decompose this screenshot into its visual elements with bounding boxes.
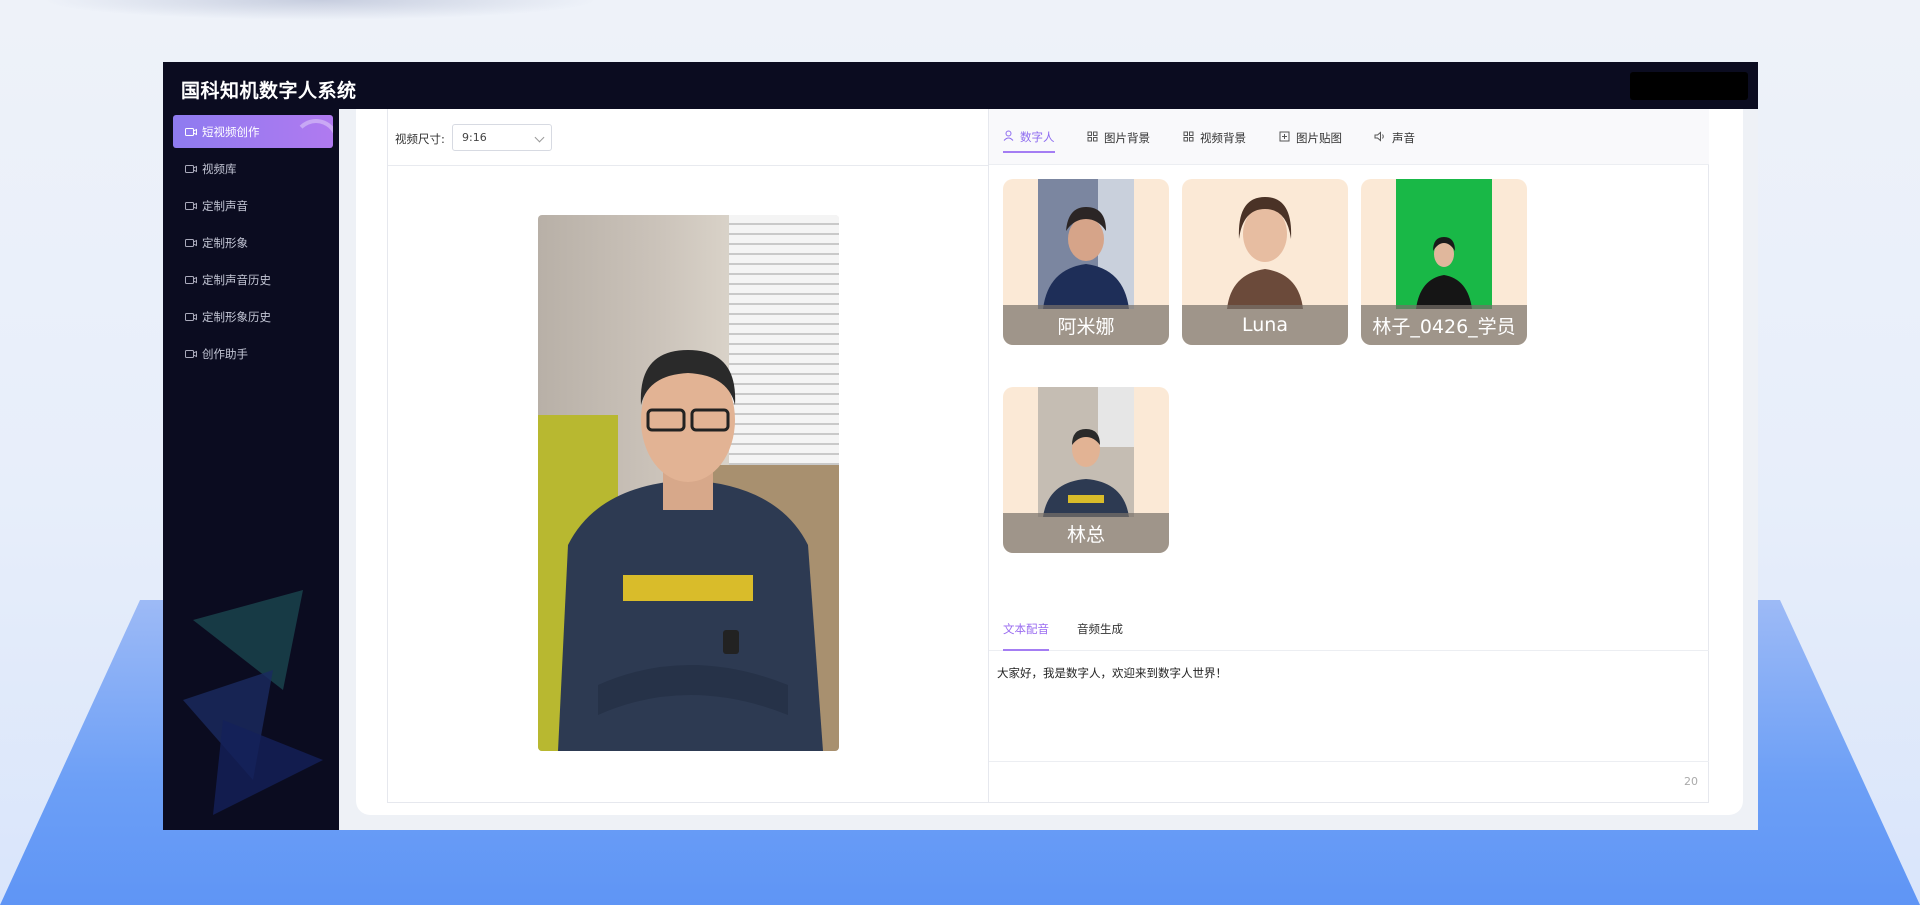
video-preview[interactable] bbox=[538, 215, 839, 751]
avatar-card-amina[interactable]: 阿米娜 bbox=[1003, 179, 1169, 345]
avatar-image bbox=[1038, 387, 1134, 517]
plus-square-icon bbox=[1279, 131, 1290, 145]
sidebar-decoration bbox=[183, 590, 323, 815]
sidebar-item-label: 短视频创作 bbox=[202, 124, 260, 139]
avatar-name: Luna bbox=[1182, 305, 1348, 345]
char-count: 20 bbox=[1684, 775, 1698, 788]
app-window: 国科知机数字人系统 短视频创作 视频库 定制声音 定制形象 定制声音历史 定制形… bbox=[163, 62, 1758, 830]
user-menu[interactable] bbox=[1630, 72, 1748, 100]
sidebar-item-custom-voice[interactable]: 定制声音 bbox=[173, 189, 333, 222]
background-smear bbox=[40, 0, 600, 20]
avatar-name: 林子_0426_学员 bbox=[1361, 305, 1527, 345]
script-textarea[interactable]: 大家好，我是数字人，欢迎来到数字人世界！ bbox=[997, 665, 1697, 765]
tab-label: 图片背景 bbox=[1104, 131, 1150, 145]
tab-label: 图片贴图 bbox=[1296, 131, 1342, 145]
tab-voice[interactable]: 声音 bbox=[1374, 123, 1415, 153]
sidebar-item-label: 创作助手 bbox=[202, 346, 248, 361]
top-bar: 国科知机数字人系统 bbox=[163, 62, 1758, 109]
video-size-select[interactable]: 9:16 bbox=[452, 124, 552, 151]
asset-tabs: 数字人 图片背景 视频背景 图片贴图 声音 bbox=[989, 109, 1709, 165]
avatar-name: 林总 bbox=[1003, 513, 1169, 553]
avatar-card-linzi[interactable]: 林子_0426_学员 bbox=[1361, 179, 1527, 345]
tab-audio-generation[interactable]: 音频生成 bbox=[1077, 621, 1123, 651]
divider bbox=[989, 761, 1709, 762]
sidebar-item-label: 视频库 bbox=[202, 161, 237, 176]
avatar-image bbox=[1038, 179, 1134, 309]
video-icon bbox=[185, 127, 197, 137]
sidebar-item-avatar-history[interactable]: 定制形象历史 bbox=[173, 300, 333, 333]
video-icon bbox=[185, 312, 197, 322]
sidebar-item-label: 定制声音历史 bbox=[202, 272, 271, 287]
chevron-down-icon bbox=[534, 132, 545, 143]
script-tabs: 文本配音 音频生成 bbox=[989, 613, 1709, 651]
app-title: 国科知机数字人系统 bbox=[181, 80, 357, 102]
sidebar-item-label: 定制形象历史 bbox=[202, 309, 271, 324]
video-icon bbox=[185, 201, 197, 211]
sidebar: 短视频创作 视频库 定制声音 定制形象 定制声音历史 定制形象历史 创作助手 bbox=[163, 109, 339, 830]
tab-digital-human[interactable]: 数字人 bbox=[1003, 123, 1055, 153]
avatar-name: 阿米娜 bbox=[1003, 305, 1169, 345]
avatar-card-luna[interactable]: Luna bbox=[1182, 179, 1348, 345]
sidebar-item-video-library[interactable]: 视频库 bbox=[173, 152, 333, 185]
video-icon bbox=[185, 238, 197, 248]
settings-panel: 数字人 图片背景 视频背景 图片贴图 声音 阿米娜 Luna 林子_0426_学… bbox=[989, 109, 1709, 803]
tab-label: 声音 bbox=[1392, 131, 1415, 145]
video-size-value: 9:16 bbox=[462, 131, 487, 144]
avatar-image bbox=[1396, 179, 1492, 309]
avatar-image bbox=[1217, 179, 1313, 309]
tab-text-dubbing[interactable]: 文本配音 bbox=[1003, 621, 1049, 651]
presenter-figure bbox=[538, 350, 839, 751]
video-size-label: 视频尺寸: bbox=[395, 132, 445, 146]
user-icon bbox=[1003, 130, 1014, 144]
sidebar-item-label: 定制声音 bbox=[202, 198, 248, 213]
sidebar-item-short-video[interactable]: 短视频创作 bbox=[173, 115, 333, 148]
grid-icon bbox=[1183, 131, 1194, 145]
video-size-row: 视频尺寸: 9:16 bbox=[388, 109, 988, 166]
sidebar-item-voice-history[interactable]: 定制声音历史 bbox=[173, 263, 333, 296]
sidebar-item-label: 定制形象 bbox=[202, 235, 248, 250]
video-icon bbox=[185, 349, 197, 359]
grid-icon bbox=[1087, 131, 1098, 145]
video-icon bbox=[185, 275, 197, 285]
speaker-icon bbox=[1374, 131, 1386, 145]
sidebar-item-creation-assistant[interactable]: 创作助手 bbox=[173, 337, 333, 370]
video-icon bbox=[185, 164, 197, 174]
tab-video-background[interactable]: 视频背景 bbox=[1183, 123, 1246, 153]
sidebar-item-custom-avatar[interactable]: 定制形象 bbox=[173, 226, 333, 259]
preview-panel: 视频尺寸: 9:16 bbox=[387, 109, 989, 803]
main-content: 视频尺寸: 9:16 数字人 图片背景 视频背景 图片贴图 声音 阿米娜 Lun… bbox=[356, 109, 1743, 815]
avatar-card-lin-zong[interactable]: 林总 bbox=[1003, 387, 1169, 553]
tab-image-background[interactable]: 图片背景 bbox=[1087, 123, 1150, 153]
tab-label: 数字人 bbox=[1020, 130, 1055, 144]
tab-image-sticker[interactable]: 图片贴图 bbox=[1279, 123, 1342, 153]
tab-label: 视频背景 bbox=[1200, 131, 1246, 145]
